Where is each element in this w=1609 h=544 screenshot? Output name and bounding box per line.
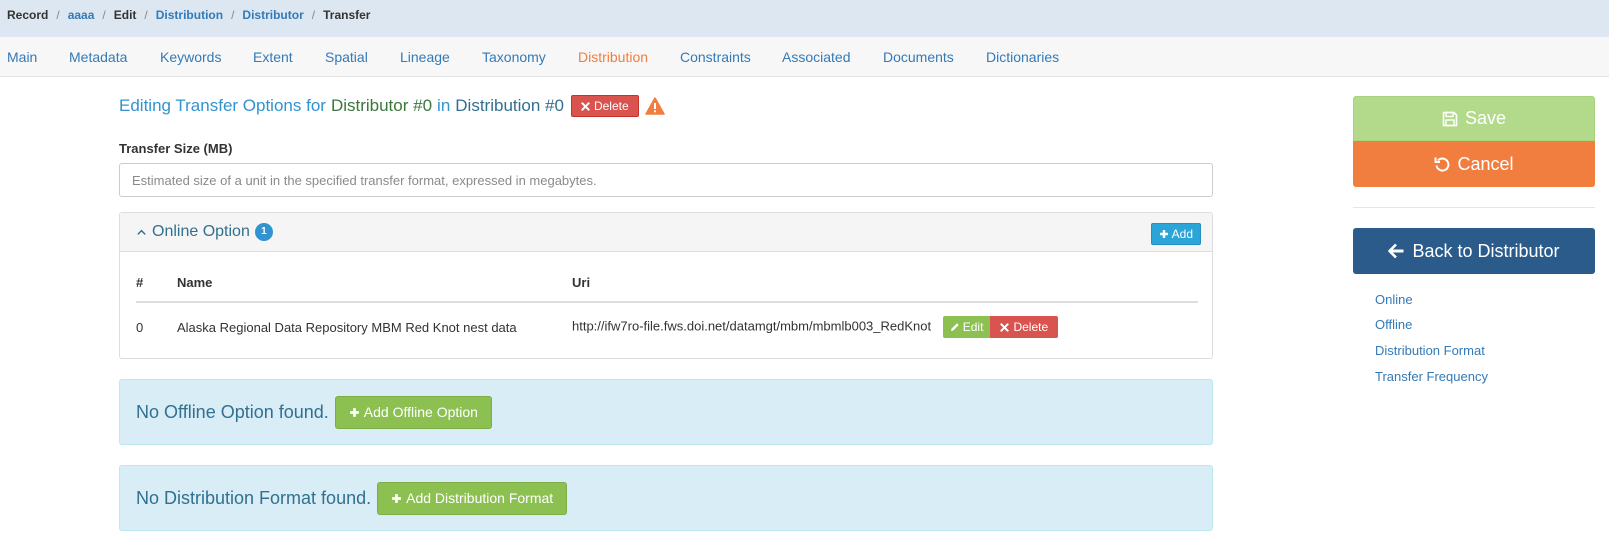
plus-icon [391,493,402,504]
title-distributor: Distributor #0 [330,96,433,115]
edit-label: Edit [962,320,984,334]
times-icon [1000,322,1010,332]
distribution-format-alert: No Distribution Format found. Add Distri… [119,465,1213,531]
column-header-uri: Uri [572,266,1198,303]
plus-icon [1159,229,1169,239]
tab-dictionaries[interactable]: Dictionaries [986,49,1059,65]
floppy-icon [1442,111,1458,127]
breadcrumb: Record / aaaa / Edit / Distribution / Distributo… [0,0,1609,37]
times-icon [581,101,590,111]
offline-option-alert: No Offline Option found. Add Offline Opt… [119,379,1213,445]
tab-keywords[interactable]: Keywords [160,49,221,65]
table-row: 0 Alaska Regional Data Repository MBM Re… [136,302,1198,348]
column-header-index: # [136,266,177,303]
back-to-distributor-label: Back to Distributor [1412,240,1560,261]
tab-constraints[interactable]: Constraints [680,49,751,65]
tab-spatial[interactable]: Spatial [325,49,368,65]
plus-icon [349,407,360,418]
breadcrumb-distributor[interactable]: Distributor [242,8,303,22]
online-option-panel: Online Option 1 Add # Name Uri 0 Alaska … [119,212,1213,359]
row-actions: Edit Delete [942,316,1059,338]
title-distribution: Distribution #0 [455,96,564,115]
delete-transfer-button[interactable]: Delete [570,95,639,117]
online-option-title: Online Option [152,223,250,240]
online-option-count-badge: 1 [254,223,273,241]
row-uri-cell: http://ifw7ro-file.fws.doi.net/datamgt/m… [572,302,1198,348]
breadcrumb-separator: / [102,8,106,22]
cancel-label: Cancel [1457,153,1514,174]
chevron-up-icon[interactable] [136,227,147,238]
distribution-format-alert-text: No Distribution Format found. [136,487,372,508]
cancel-button[interactable]: Cancel [1353,141,1595,187]
online-option-table: # Name Uri 0 Alaska Regional Data Reposi… [136,266,1198,348]
tab-bar: Main Metadata Keywords Extent Spatial Li… [0,37,1609,77]
edit-online-option-button[interactable]: Edit [942,316,991,338]
pencil-icon [950,322,960,332]
breadcrumb-separator: / [311,8,316,22]
page-title: Editing Transfer Options for Distributor… [119,95,665,117]
sidebar-link-offline[interactable]: Offline [1375,317,1412,332]
add-offline-option-button[interactable]: Add Offline Option [334,395,492,429]
tab-associated[interactable]: Associated [782,49,850,65]
row-index: 0 [136,319,144,335]
offline-option-alert-text: No Offline Option found. [136,401,329,422]
row-uri: http://ifw7ro-file.fws.doi.net/datamgt/m… [572,318,932,334]
back-to-distributor-button[interactable]: Back to Distributor [1353,228,1595,274]
add-distribution-format-label: Add Distribution Format [406,490,554,506]
tab-main[interactable]: Main [7,49,37,65]
online-option-header[interactable]: Online Option 1 Add [120,213,1212,252]
tab-lineage[interactable]: Lineage [400,49,450,65]
add-offline-option-label: Add Offline Option [363,404,478,420]
tab-metadata[interactable]: Metadata [69,49,127,65]
save-label: Save [1464,108,1507,128]
delete-transfer-label: Delete [593,99,629,113]
add-online-option-label: Add [1171,227,1193,241]
breadcrumb-separator: / [144,8,148,22]
tab-distribution[interactable]: Distribution [578,49,648,65]
sidebar-link-distribution-format[interactable]: Distribution Format [1375,343,1485,358]
breadcrumb-record: Record [7,8,49,22]
sidebar-link-transfer-frequency[interactable]: Transfer Frequency [1375,369,1488,384]
sidebar-divider [1353,207,1595,208]
add-distribution-format-button[interactable]: Add Distribution Format [377,481,568,515]
table-header-row: # Name Uri [136,266,1198,303]
arrow-left-icon [1388,243,1405,259]
column-header-name: Name [177,266,572,303]
sidebar-link-online[interactable]: Online [1375,292,1413,307]
warning-icon[interactable] [644,97,665,115]
breadcrumb-separator: / [56,8,60,22]
add-online-option-button[interactable]: Add [1150,223,1201,245]
tab-documents[interactable]: Documents [883,49,954,65]
breadcrumb-edit: Edit [113,8,137,22]
breadcrumb-distribution[interactable]: Distribution [156,8,223,22]
tab-taxonomy[interactable]: Taxonomy [482,49,546,65]
delete-online-option-button[interactable]: Delete [990,316,1059,338]
transfer-size-label: Transfer Size (MB) [119,141,233,156]
breadcrumb-separator: / [231,8,235,22]
transfer-size-input[interactable] [119,163,1213,197]
breadcrumb-aaaa[interactable]: aaaa [68,8,95,22]
tab-extent[interactable]: Extent [253,49,293,65]
title-prefix: Editing Transfer Options for [119,96,326,115]
breadcrumb-transfer: Transfer [323,8,371,22]
title-in: in [437,96,451,115]
row-name: Alaska Regional Data Repository MBM Red … [177,319,517,335]
delete-label: Delete [1013,320,1049,334]
save-button[interactable]: Save [1353,96,1595,141]
undo-icon [1434,156,1450,172]
